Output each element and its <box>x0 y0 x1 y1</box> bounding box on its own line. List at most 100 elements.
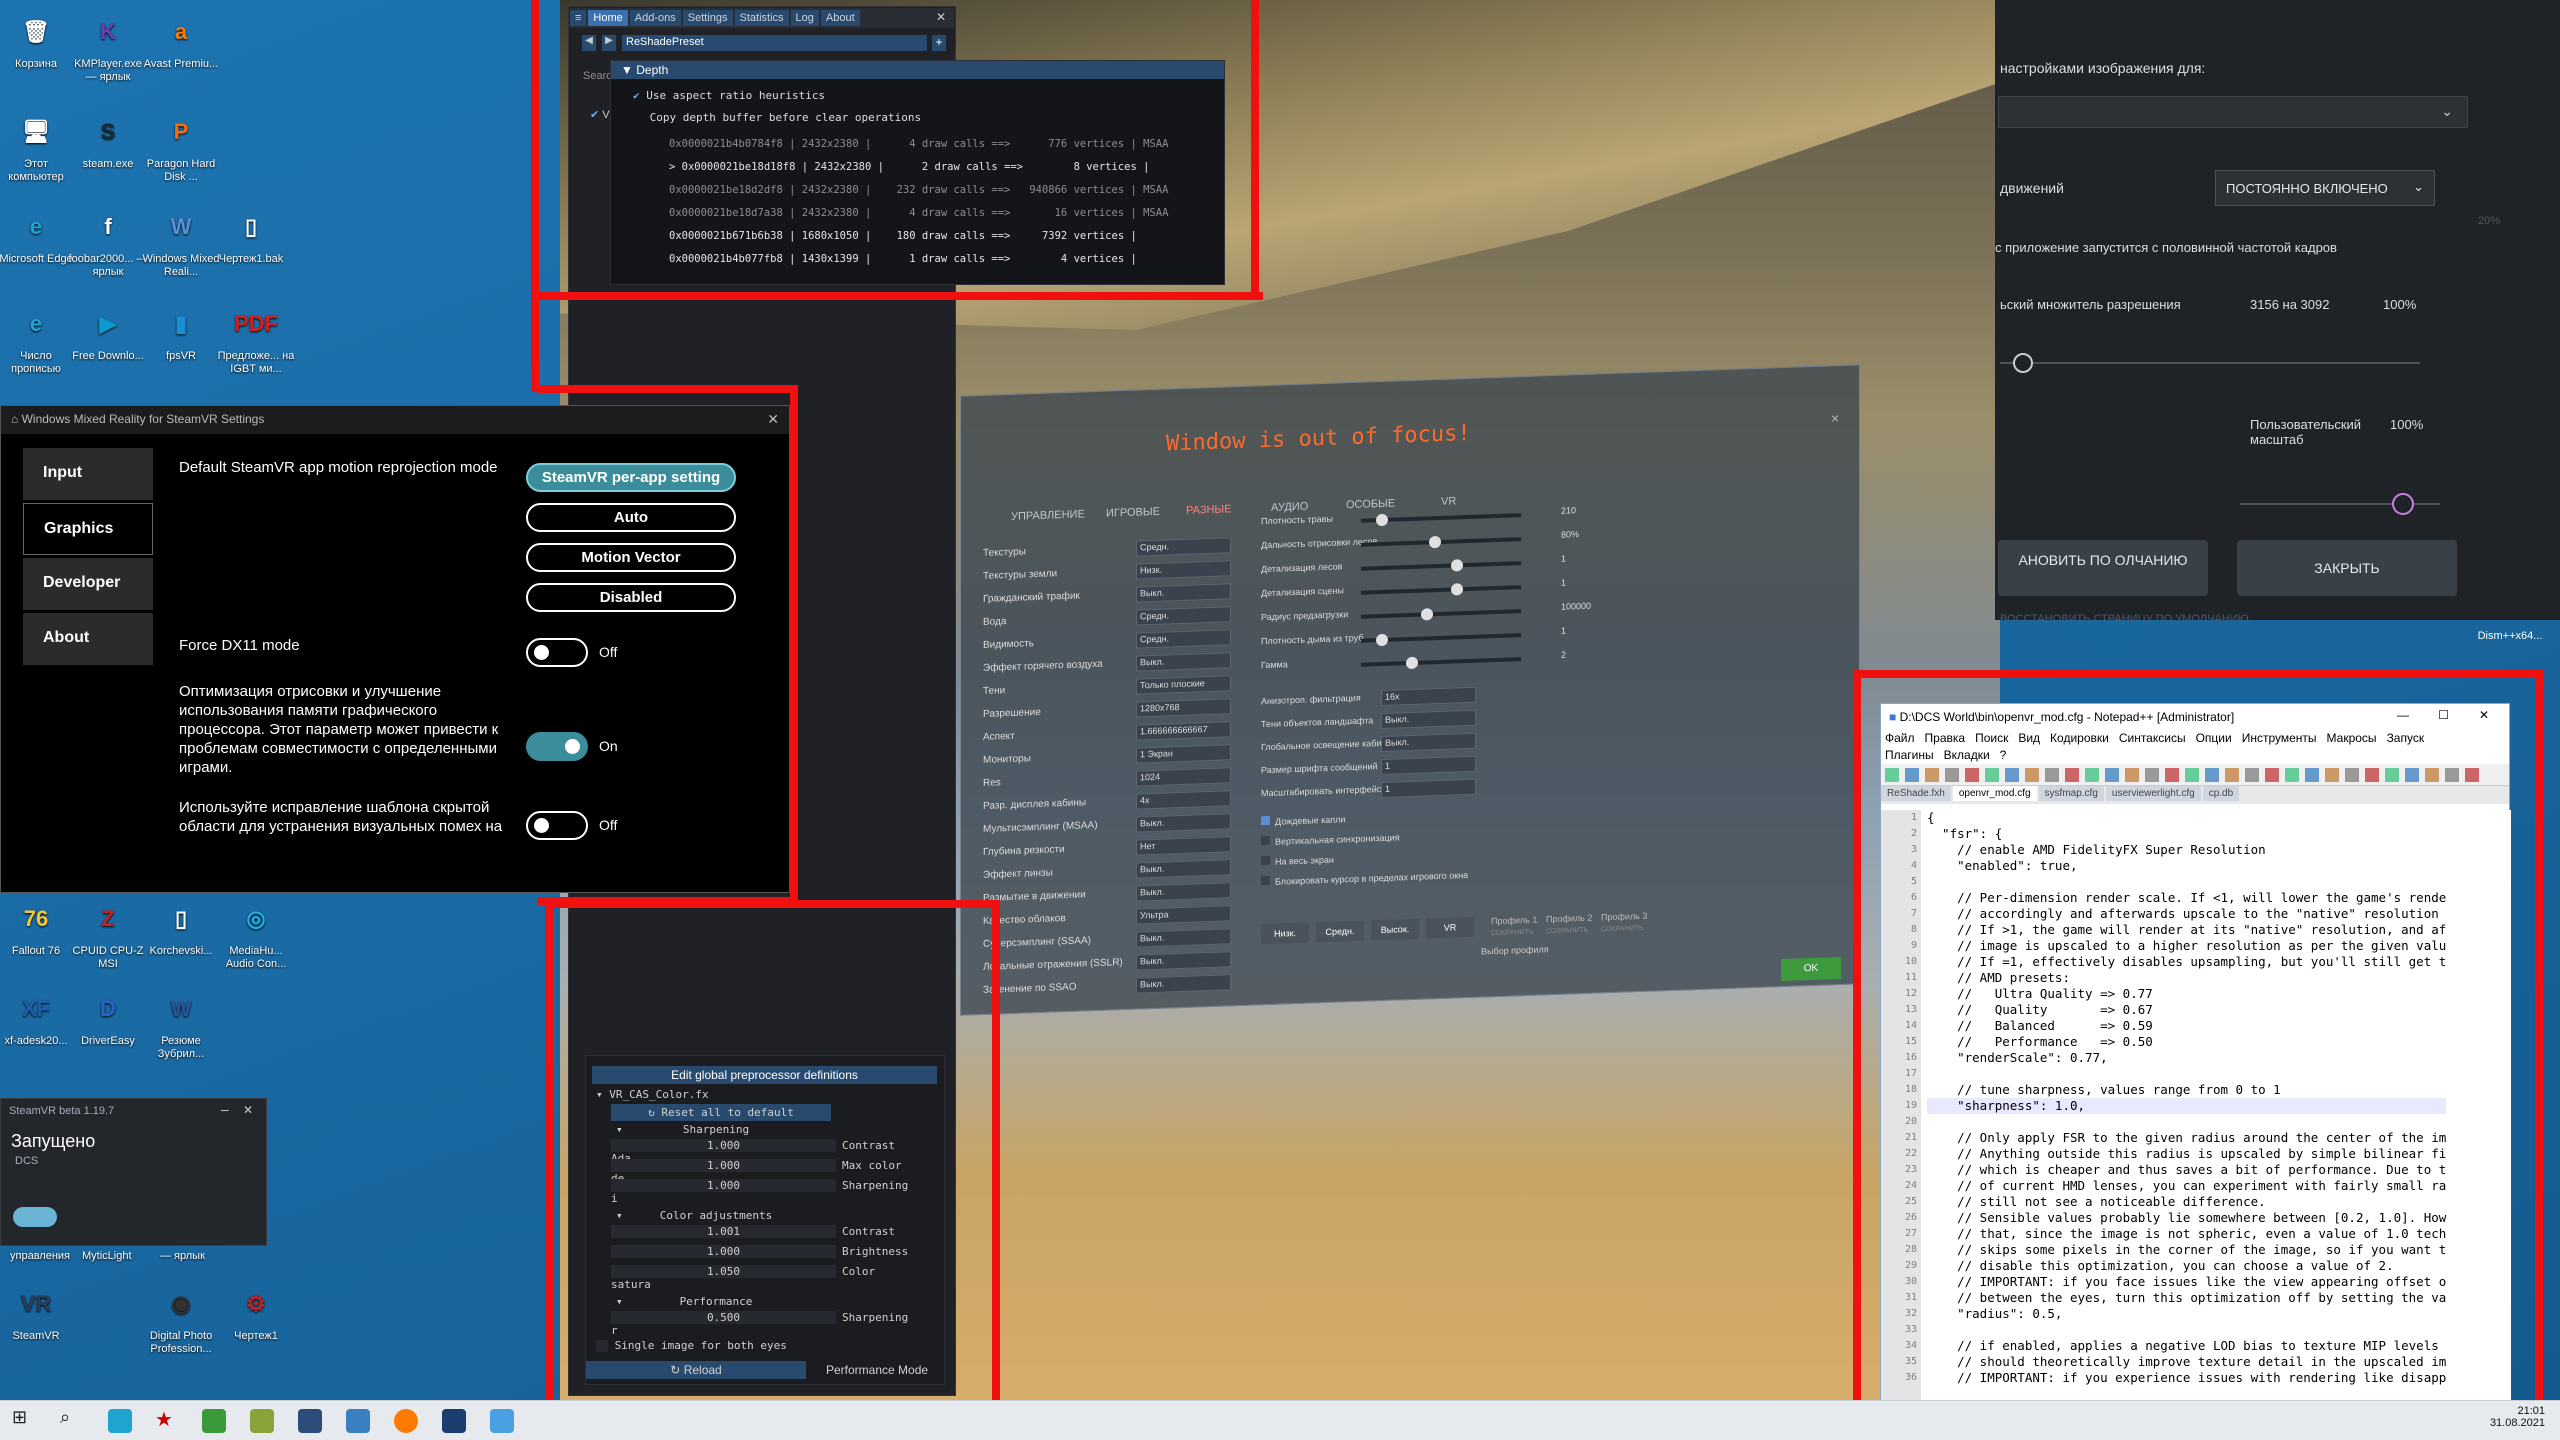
star-app-icon[interactable]: ★ <box>155 1407 179 1431</box>
dcs-slider-handle[interactable] <box>1421 608 1433 621</box>
desktop-icon[interactable]: e Число прописью <box>0 300 76 376</box>
headset-icon[interactable] <box>13 1207 57 1227</box>
res-slider[interactable] <box>2000 353 2420 373</box>
dcs-icon[interactable] <box>442 1409 466 1433</box>
desktop-icon[interactable]: a Avast Premiu... <box>141 8 221 71</box>
nav-input[interactable]: Input <box>23 448 153 500</box>
dcs-slider[interactable] <box>1361 608 1521 621</box>
desktop-icon[interactable]: XF xf-adesk20... <box>0 985 76 1048</box>
ok-button[interactable]: OK <box>1781 956 1841 982</box>
profile-button[interactable]: Профиль 2 <box>1546 913 1592 925</box>
res-slider-handle[interactable] <box>2013 353 2033 373</box>
dcs-slider[interactable] <box>1361 656 1521 670</box>
dcs-setting-select[interactable]: Средн. <box>1136 606 1231 626</box>
nav-graphics[interactable]: Graphics <box>23 503 153 555</box>
desktop-icon[interactable]: f foobar2000... — ярлык <box>68 203 148 279</box>
dcs-setting-select[interactable]: Выкл. <box>1381 709 1476 730</box>
close-icon[interactable]: × <box>1831 410 1839 426</box>
desktop-icon[interactable]: W Windows Mixed Reali... <box>141 203 221 279</box>
dcs-setting-select[interactable]: Выкл. <box>1136 859 1231 879</box>
preset-button[interactable]: Низк. <box>1261 922 1309 945</box>
desktop-icon[interactable]: VR SteamVR <box>0 1280 76 1343</box>
dcs-slider-handle[interactable] <box>1451 559 1463 572</box>
profile-button[interactable]: Профиль 3 <box>1601 911 1647 923</box>
desktop-icon[interactable]: 🖥 Этот компьютер <box>0 108 76 184</box>
profile-button[interactable]: Профиль 1 <box>1491 915 1537 927</box>
desktop-icon[interactable]: ▶ Free Downlo... <box>68 300 148 363</box>
dcs-setting-select[interactable]: 1.666666666667 <box>1136 721 1231 741</box>
dcs-slider[interactable] <box>1361 535 1521 549</box>
dism-desktop-icon[interactable]: Dism++x64... <box>2470 630 2550 642</box>
dcs-slider-handle[interactable] <box>1406 656 1418 670</box>
desktop-icon[interactable]: 🗑 Корзина <box>0 8 76 71</box>
notepadpp-icon[interactable] <box>250 1409 274 1433</box>
clock[interactable]: 21:01 31.08.2021 <box>2455 1405 2545 1429</box>
dcs-slider[interactable] <box>1361 583 1521 596</box>
dcs-slider-handle[interactable] <box>1376 513 1388 527</box>
dcs-setting-select[interactable]: Выкл. <box>1136 951 1231 971</box>
profile-save-button[interactable]: СОХРАНИТЬ <box>1546 927 1589 935</box>
dcs-setting-select[interactable]: 4x <box>1136 790 1231 810</box>
steam-icon[interactable] <box>298 1409 322 1433</box>
dcs-setting-select[interactable]: Выкл. <box>1136 813 1231 833</box>
nav-developer[interactable]: Developer <box>23 558 153 610</box>
dcs-tab[interactable]: РАЗНЫЕ <box>1186 503 1231 517</box>
restore-default-button[interactable]: АНОВИТЬ ПО ОЛЧАНИЮ <box>1998 540 2208 596</box>
desktop-icon[interactable]: ◉ Digital Photo Profession... <box>141 1280 221 1356</box>
dcs-slider-handle[interactable] <box>1451 583 1463 596</box>
dcs-checkbox[interactable]: Вертикальная синхронизация <box>1261 831 1400 847</box>
profile-save-button[interactable]: СОХРАНИТЬ <box>1491 929 1534 937</box>
dcs-setting-select[interactable]: Ультра <box>1136 905 1231 925</box>
dcs-setting-select[interactable]: 1 <box>1381 755 1476 776</box>
dcs-setting-select[interactable]: 1280x768 <box>1136 698 1231 718</box>
dcs-setting-select[interactable]: 1 <box>1381 778 1476 799</box>
desktop-icon[interactable]: Z CPUID CPU-Z MSI <box>68 895 148 971</box>
nvidia-icon[interactable] <box>202 1409 226 1433</box>
wmr-icon[interactable] <box>346 1409 370 1433</box>
motion-select[interactable]: ПОСТОЯННО ВКЛЮЧЕНО ⌄ <box>2215 170 2435 206</box>
dcs-checkbox[interactable]: На весь экран <box>1261 854 1334 868</box>
app-select-dropdown[interactable]: ⌄ <box>1998 96 2468 128</box>
desktop-icon[interactable]: e Microsoft Edge <box>0 203 76 266</box>
desktop-icon[interactable]: Ssteam.exe <box>68 108 148 171</box>
dcs-setting-select[interactable]: Нет <box>1136 836 1231 856</box>
dcs-setting-select[interactable]: 1024 <box>1136 767 1231 787</box>
dcs-tab[interactable]: УПРАВЛЕНИЕ <box>1011 508 1085 523</box>
minimize-icon[interactable]: – <box>221 1101 229 1117</box>
dcs-checkbox[interactable]: Дождевые капли <box>1261 813 1345 827</box>
dcs-setting-select[interactable]: Средн. <box>1136 537 1231 557</box>
dcs-slider[interactable] <box>1361 559 1521 572</box>
nav-about[interactable]: About <box>23 613 153 665</box>
dcs-setting-select[interactable]: Выкл. <box>1136 928 1231 948</box>
desktop-icon[interactable]: ⚙ Чертеж1 <box>216 1280 296 1343</box>
steamvr-icon[interactable] <box>394 1409 418 1433</box>
custom-slider-handle[interactable] <box>2392 493 2414 515</box>
dcs-setting-select[interactable]: 1 Экран <box>1136 744 1231 764</box>
desktop-icon[interactable]: W Резюме Зубрил... <box>141 985 221 1061</box>
dcs-tab[interactable]: VR <box>1441 495 1456 508</box>
dcs-setting-select[interactable]: Выкл. <box>1136 974 1231 994</box>
explorer-icon[interactable] <box>490 1409 514 1433</box>
close-icon[interactable]: ✕ <box>243 1103 253 1117</box>
dcs-setting-select[interactable]: Выкл. <box>1136 652 1231 672</box>
dcs-slider-handle[interactable] <box>1376 633 1388 647</box>
desktop-icon[interactable]: D DriverEasy <box>68 985 148 1048</box>
dcs-setting-select[interactable]: Выкл. <box>1136 882 1231 902</box>
dcs-tab[interactable]: ИГРОВЫЕ <box>1106 506 1160 520</box>
desktop-icon[interactable]: 76 Fallout 76 <box>0 895 76 958</box>
dcs-setting-select[interactable]: Выкл. <box>1381 732 1476 753</box>
close-button[interactable]: ЗАКРЫТЬ <box>2237 540 2457 596</box>
dcs-setting-select[interactable]: Низк. <box>1136 560 1231 580</box>
desktop-icon[interactable]: PDF Предложе... на IGBT ми... <box>216 300 296 376</box>
start-icon[interactable]: ⊞ <box>12 1407 36 1431</box>
dcs-checkbox[interactable]: Блокировать курсор в пределах игрового о… <box>1261 869 1468 887</box>
profile-save-button[interactable]: СОХРАНИТЬ <box>1601 925 1644 933</box>
search-icon[interactable]: ⌕ <box>60 1407 84 1431</box>
restore-page-link[interactable]: ВОССТАНОВИТЬ СТРАНИЦУ ПО УМОЛЧАНИЮ <box>2000 613 2249 625</box>
desktop-icon[interactable]: ▯ Чертеж1.bak <box>211 203 291 266</box>
dcs-setting-select[interactable]: Средн. <box>1136 629 1231 649</box>
dcs-tab[interactable]: ОСОБЫЕ <box>1346 498 1395 512</box>
dcs-slider-handle[interactable] <box>1429 535 1441 549</box>
dcs-slider[interactable] <box>1361 633 1521 647</box>
dcs-slider[interactable] <box>1361 513 1521 527</box>
